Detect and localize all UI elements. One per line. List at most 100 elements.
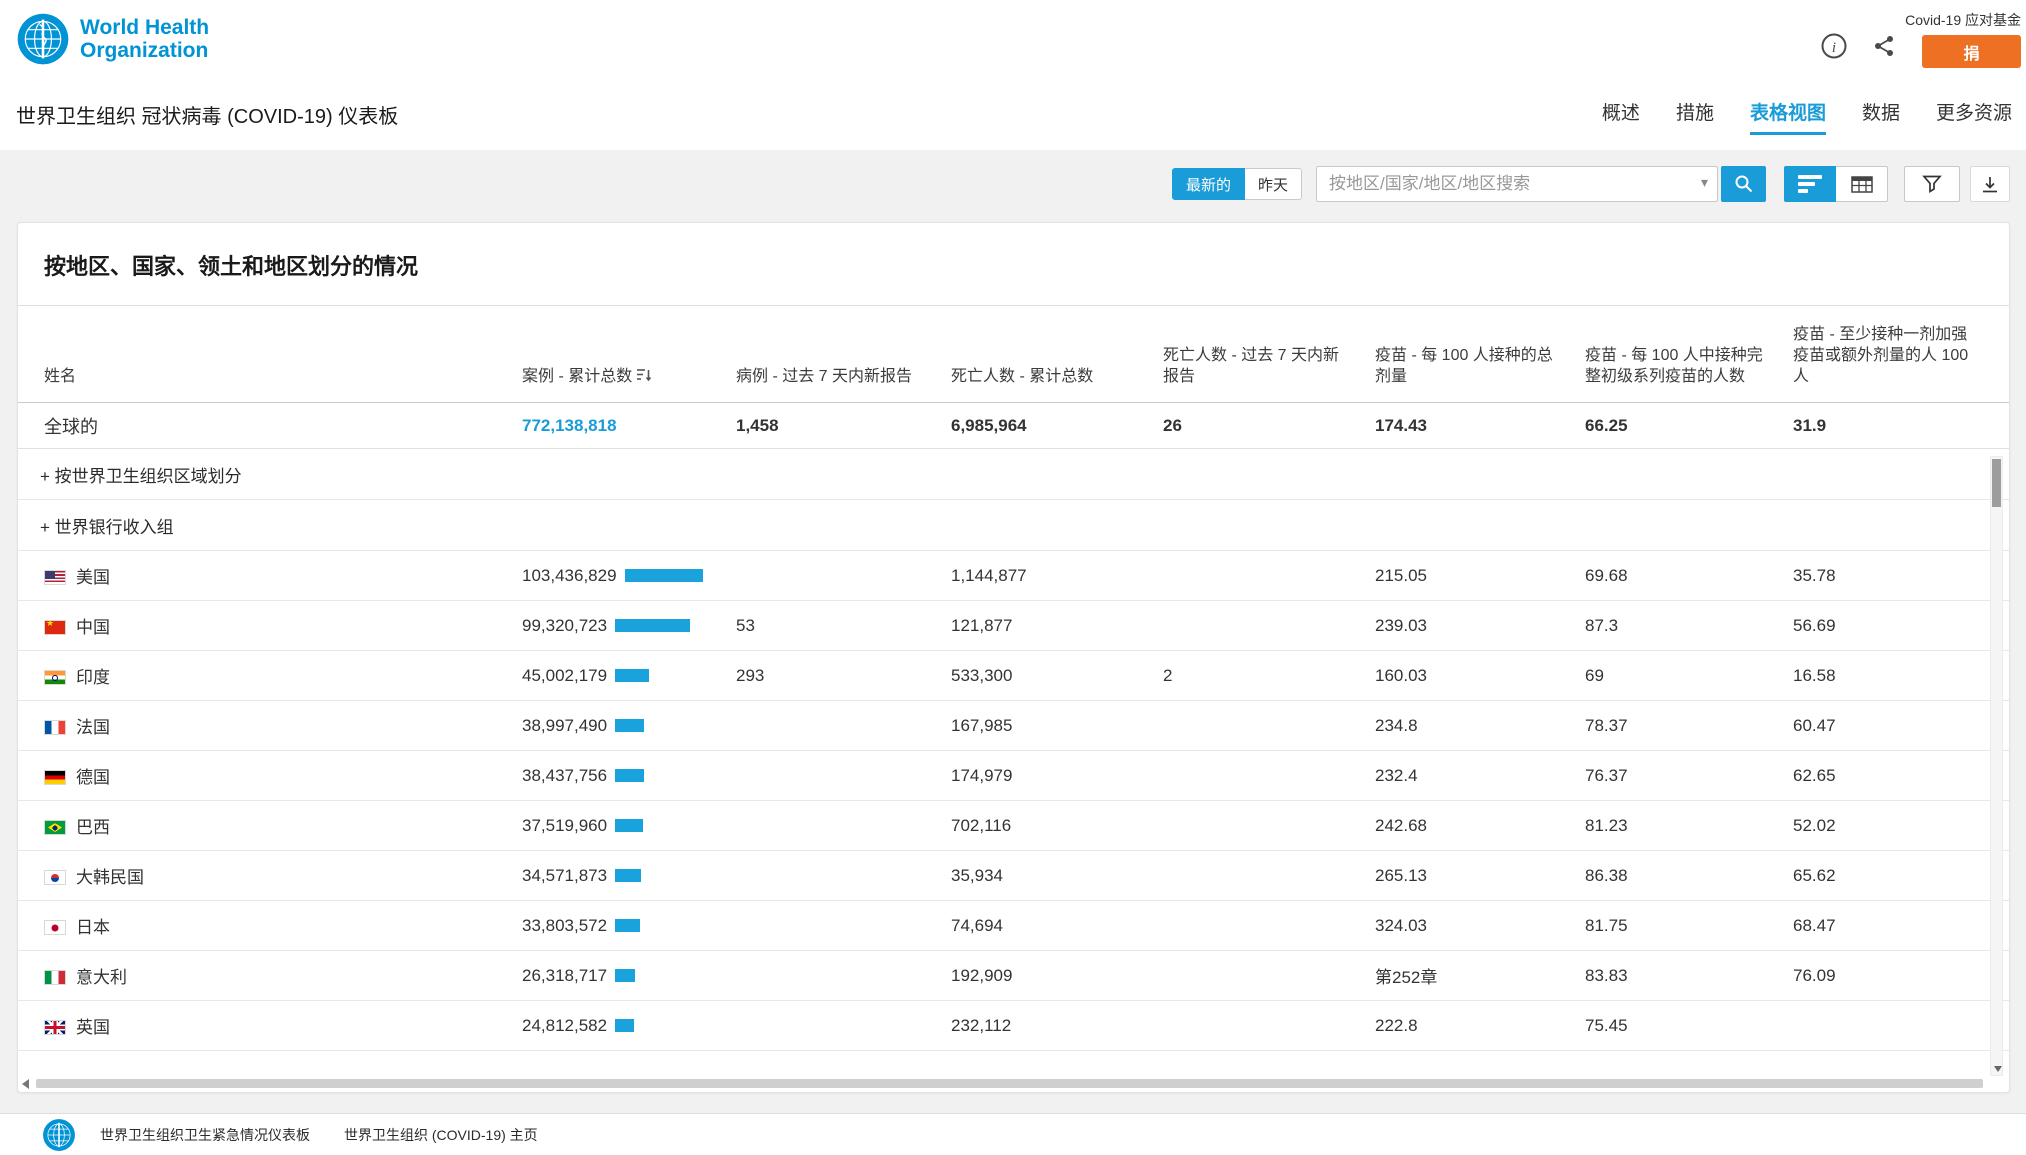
vax-doses: 265.13 xyxy=(1375,851,1585,901)
country-name: 意大利 xyxy=(76,968,127,987)
cases-total: 45,002,179 xyxy=(522,666,607,685)
in-flag-icon xyxy=(44,670,66,685)
vertical-scrollbar[interactable] xyxy=(1990,456,2003,1076)
vax-primary: 86.38 xyxy=(1585,851,1793,901)
cases-bar xyxy=(615,669,649,682)
global-cases-7d: 1,458 xyxy=(736,403,951,449)
kr-flag-icon xyxy=(44,870,66,885)
deaths-total: 167,985 xyxy=(951,701,1163,751)
footer-link-emergencies-dashboard[interactable]: 世界卫生组织卫生紧急情况仪表板 xyxy=(100,1125,310,1145)
deaths-total: 1,144,877 xyxy=(951,551,1163,601)
cases-bar xyxy=(615,719,644,732)
vax-doses: 第252章 xyxy=(1375,951,1585,1001)
vax-primary: 81.75 xyxy=(1585,901,1793,951)
group-expand-row[interactable]: + 按世界卫生组织区域划分 xyxy=(18,449,2010,500)
global-name: 全球的 xyxy=(18,403,522,449)
date-toggle: 最新的 昨天 xyxy=(1172,168,1302,200)
group-expand-row[interactable]: + 世界银行收入组 xyxy=(18,500,2010,551)
col-header-vax-doses: 疫苗 - 每 100 人接种的总剂量 xyxy=(1375,306,1585,403)
cases-7d: 53 xyxy=(736,601,951,651)
deaths-total: 74,694 xyxy=(951,901,1163,951)
table-row[interactable]: 法国38,997,490167,985234.878.3760.47 xyxy=(18,701,2010,751)
global-deaths-7d: 26 xyxy=(1163,403,1375,449)
filter-icon xyxy=(1922,175,1942,193)
deaths-7d xyxy=(1163,801,1375,851)
col-header-name: 姓名 xyxy=(18,306,522,403)
gb-flag-icon xyxy=(44,1020,66,1035)
deaths-total: 121,877 xyxy=(951,601,1163,651)
vertical-scrollbar-thumb[interactable] xyxy=(1992,459,2001,507)
donate-block: Covid-19 应对基金 捐 xyxy=(1905,10,2021,68)
global-row: 全球的 772,138,818 1,458 6,985,964 26 174.4… xyxy=(18,403,2010,449)
vax-primary: 69 xyxy=(1585,651,1793,701)
search-input[interactable] xyxy=(1316,166,1718,202)
data-table-card: 按地区、国家、领土和地区划分的情况 姓名 案例 - 累计总数 病例 - 过去 7… xyxy=(17,222,2010,1093)
cn-flag-icon xyxy=(44,620,66,635)
cases-total: 37,519,960 xyxy=(522,816,607,835)
table-row[interactable]: 大韩民国34,571,87335,934265.1386.3865.62 xyxy=(18,851,2010,901)
filter-button[interactable] xyxy=(1904,166,1960,202)
vax-booster: 60.47 xyxy=(1793,701,2010,751)
info-icon[interactable]: i xyxy=(1820,32,1848,60)
nav-table-view[interactable]: 表格视图 xyxy=(1750,98,1826,135)
global-cases-link[interactable]: 772,138,818 xyxy=(522,416,617,435)
nav-measures[interactable]: 措施 xyxy=(1676,98,1714,135)
country-name: 英国 xyxy=(76,1018,110,1037)
footer-link-covid-home[interactable]: 世界卫生组织 (COVID-19) 主页 xyxy=(344,1125,538,1145)
vax-primary: 76.37 xyxy=(1585,751,1793,801)
deaths-total: 702,116 xyxy=(951,801,1163,851)
country-name: 法国 xyxy=(76,718,110,737)
table-row[interactable]: 印度45,002,179293533,3002160.036916.58 xyxy=(18,651,2010,701)
table-row[interactable]: 英国24,812,582232,112222.875.45 xyxy=(18,1001,2010,1051)
vax-primary: 83.83 xyxy=(1585,951,1793,1001)
deaths-7d xyxy=(1163,851,1375,901)
bar-view-button[interactable] xyxy=(1784,166,1836,202)
table-row[interactable]: 日本33,803,57274,694324.0381.7568.47 xyxy=(18,901,2010,951)
horizontal-scrollbar[interactable] xyxy=(22,1078,1983,1089)
cases-7d xyxy=(736,901,951,951)
nav-more-resources[interactable]: 更多资源 xyxy=(1936,98,2012,135)
global-deaths-total: 6,985,964 xyxy=(951,403,1163,449)
global-vax-primary: 66.25 xyxy=(1585,403,1793,449)
table-row[interactable]: 德国38,437,756174,979232.476.3762.65 xyxy=(18,751,2010,801)
scroll-left-arrow-icon[interactable] xyxy=(22,1079,29,1089)
cases-total: 24,812,582 xyxy=(522,1016,607,1035)
search-button[interactable] xyxy=(1721,166,1766,202)
horizontal-scrollbar-thumb[interactable] xyxy=(36,1079,1983,1088)
col-header-cases-7d: 病例 - 过去 7 天内新报告 xyxy=(736,306,951,403)
sort-icon[interactable] xyxy=(636,367,652,383)
latest-button[interactable]: 最新的 xyxy=(1172,168,1245,200)
table-row[interactable]: 意大利26,318,717192,909第252章83.8376.09 xyxy=(18,951,2010,1001)
table-view-button[interactable] xyxy=(1836,166,1888,202)
col-header-cases-total[interactable]: 案例 - 累计总数 xyxy=(522,306,736,403)
cases-total: 34,571,873 xyxy=(522,866,607,885)
cases-bar xyxy=(615,869,641,882)
nav-overview[interactable]: 概述 xyxy=(1602,98,1640,135)
download-button[interactable] xyxy=(1970,166,2010,202)
country-name: 日本 xyxy=(76,918,110,937)
who-logo-text: World Health Organization xyxy=(80,16,209,62)
table-row[interactable]: 美国103,436,8291,144,877215.0569.6835.78 xyxy=(18,551,2010,601)
svg-text:i: i xyxy=(1832,40,1836,56)
deaths-total: 232,112 xyxy=(951,1001,1163,1051)
nav-data[interactable]: 数据 xyxy=(1862,98,1900,135)
country-name: 德国 xyxy=(76,768,110,787)
scroll-down-arrow-icon[interactable] xyxy=(1994,1066,2002,1072)
deaths-7d xyxy=(1163,551,1375,601)
deaths-total: 533,300 xyxy=(951,651,1163,701)
cases-bar xyxy=(615,769,644,782)
vax-booster: 56.69 xyxy=(1793,601,2010,651)
cases-bar xyxy=(615,969,635,982)
donate-button[interactable]: 捐 xyxy=(1922,35,2021,68)
table-row[interactable]: 巴西37,519,960702,116242.6881.2352.02 xyxy=(18,801,2010,851)
vax-primary: 75.45 xyxy=(1585,1001,1793,1051)
share-icon[interactable] xyxy=(1870,32,1898,60)
table-row[interactable]: 中国99,320,72353121,877239.0387.356.69 xyxy=(18,601,2010,651)
who-footer-emblem-icon xyxy=(42,1118,76,1152)
who-logo[interactable]: World Health Organization xyxy=(16,12,209,66)
yesterday-button[interactable]: 昨天 xyxy=(1245,168,1302,200)
vax-primary: 78.37 xyxy=(1585,701,1793,751)
it-flag-icon xyxy=(44,970,66,985)
vax-doses: 324.03 xyxy=(1375,901,1585,951)
cases-total: 99,320,723 xyxy=(522,616,607,635)
